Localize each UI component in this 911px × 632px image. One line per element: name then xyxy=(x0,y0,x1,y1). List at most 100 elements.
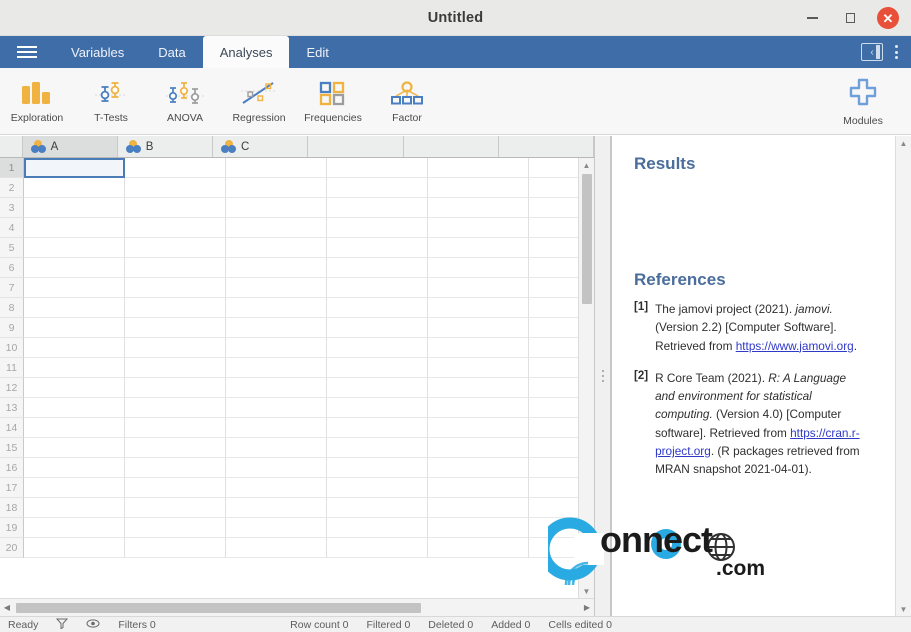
row-header[interactable]: 2 xyxy=(0,178,24,198)
grid-cell[interactable] xyxy=(428,318,529,338)
results-scroll-down-icon[interactable]: ▼ xyxy=(896,602,911,616)
grid-cell[interactable] xyxy=(529,178,578,198)
grid-cell[interactable] xyxy=(125,498,226,518)
grid-cell[interactable] xyxy=(24,318,125,338)
toolbar-button-anova[interactable]: ANOVA xyxy=(148,70,222,132)
pane-splitter[interactable] xyxy=(595,136,611,616)
grid-cell[interactable] xyxy=(327,358,428,378)
grid-cell[interactable] xyxy=(226,178,327,198)
grid-cell[interactable] xyxy=(226,398,327,418)
maximize-button[interactable] xyxy=(833,1,867,35)
grid-cell[interactable] xyxy=(428,498,529,518)
grid-cell[interactable] xyxy=(24,238,125,258)
grid-cell[interactable] xyxy=(428,338,529,358)
filter-icon[interactable] xyxy=(47,618,77,632)
toolbar-button-exploration[interactable]: Exploration xyxy=(0,70,74,132)
column-header-empty-3[interactable] xyxy=(498,136,594,157)
grid-cell[interactable] xyxy=(529,418,578,438)
grid-cell[interactable] xyxy=(327,498,428,518)
column-header-c[interactable]: C xyxy=(213,136,309,157)
column-header-empty-1[interactable] xyxy=(308,136,404,157)
grid-cell[interactable] xyxy=(125,178,226,198)
grid-cell[interactable] xyxy=(24,278,125,298)
row-header[interactable]: 11 xyxy=(0,358,24,378)
column-header-a[interactable]: A xyxy=(22,136,118,157)
grid-cell[interactable] xyxy=(226,218,327,238)
reference-link[interactable]: https://www.jamovi.org xyxy=(736,339,854,353)
row-header[interactable]: 6 xyxy=(0,258,24,278)
grid-cell[interactable] xyxy=(24,378,125,398)
grid-cell[interactable] xyxy=(428,158,529,178)
grid-cell[interactable] xyxy=(529,358,578,378)
grid-cell[interactable] xyxy=(529,298,578,318)
grid-cell[interactable] xyxy=(428,538,529,558)
grid-cell[interactable] xyxy=(226,298,327,318)
results-scroll-up-icon[interactable]: ▲ xyxy=(896,136,911,150)
grid-cell[interactable] xyxy=(226,378,327,398)
grid-cell[interactable] xyxy=(529,498,578,518)
grid-cell[interactable] xyxy=(529,538,578,558)
minimize-button[interactable] xyxy=(795,1,829,35)
spreadsheet-vertical-scrollbar[interactable]: ▲ ▼ xyxy=(578,158,594,598)
column-header-empty-2[interactable] xyxy=(403,136,499,157)
grid-cell[interactable] xyxy=(428,358,529,378)
vertical-scroll-thumb[interactable] xyxy=(582,174,592,304)
grid-cell[interactable] xyxy=(428,278,529,298)
grid-cell[interactable] xyxy=(226,238,327,258)
grid-cell[interactable] xyxy=(24,398,125,418)
grid-cell[interactable] xyxy=(226,258,327,278)
grid-cell[interactable] xyxy=(529,518,578,538)
grid-cell[interactable] xyxy=(529,218,578,238)
grid-cell[interactable] xyxy=(428,178,529,198)
tab-data[interactable]: Data xyxy=(141,36,202,68)
grid-cell[interactable] xyxy=(226,438,327,458)
grid-cell[interactable] xyxy=(428,298,529,318)
grid-cell[interactable] xyxy=(529,378,578,398)
grid-cell[interactable] xyxy=(529,278,578,298)
row-header[interactable]: 4 xyxy=(0,218,24,238)
grid-cell[interactable] xyxy=(327,418,428,438)
grid-cell[interactable] xyxy=(529,338,578,358)
grid-cell[interactable] xyxy=(327,518,428,538)
grid-cell[interactable] xyxy=(24,358,125,378)
grid-cell[interactable] xyxy=(428,478,529,498)
grid-cell[interactable] xyxy=(327,258,428,278)
tab-analyses[interactable]: Analyses xyxy=(202,36,290,68)
results-vertical-scrollbar[interactable]: ▲ ▼ xyxy=(895,136,911,616)
row-header[interactable]: 14 xyxy=(0,418,24,438)
grid-cell[interactable] xyxy=(24,178,125,198)
grid-cell[interactable] xyxy=(529,458,578,478)
grid-cell[interactable] xyxy=(327,318,428,338)
grid-cell[interactable] xyxy=(226,518,327,538)
grid-cell[interactable] xyxy=(327,278,428,298)
row-header[interactable]: 19 xyxy=(0,518,24,538)
select-all-corner[interactable] xyxy=(0,136,23,157)
grid-cell[interactable] xyxy=(125,338,226,358)
grid-cell[interactable] xyxy=(24,218,125,238)
grid-cell[interactable] xyxy=(125,298,226,318)
scroll-down-icon[interactable]: ▼ xyxy=(579,584,594,598)
row-header[interactable]: 7 xyxy=(0,278,24,298)
grid-cell[interactable] xyxy=(125,378,226,398)
grid-cell[interactable] xyxy=(327,338,428,358)
row-header[interactable]: 1 xyxy=(0,158,24,178)
panel-toggle-icon[interactable]: ‹ xyxy=(861,43,883,61)
overflow-menu-icon[interactable] xyxy=(885,40,907,64)
column-header-b[interactable]: B xyxy=(117,136,214,157)
grid-cell[interactable] xyxy=(327,238,428,258)
grid-cell[interactable] xyxy=(529,318,578,338)
grid-cell[interactable] xyxy=(125,158,226,178)
grid-cell[interactable] xyxy=(327,198,428,218)
row-header[interactable]: 18 xyxy=(0,498,24,518)
grid-cell[interactable] xyxy=(226,318,327,338)
grid-cell[interactable] xyxy=(428,218,529,238)
row-header[interactable]: 3 xyxy=(0,198,24,218)
scroll-left-icon[interactable]: ◀ xyxy=(0,603,14,612)
toolbar-button-ttests[interactable]: T-Tests xyxy=(74,70,148,132)
row-header[interactable]: 5 xyxy=(0,238,24,258)
grid-cell[interactable] xyxy=(125,518,226,538)
row-header[interactable]: 8 xyxy=(0,298,24,318)
grid-cell[interactable] xyxy=(428,258,529,278)
grid-cell[interactable] xyxy=(327,158,428,178)
grid-cell[interactable] xyxy=(428,458,529,478)
